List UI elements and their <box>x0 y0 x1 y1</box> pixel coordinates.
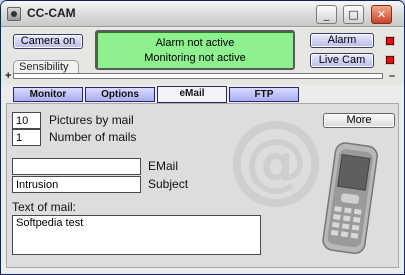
window-title: CC-CAM <box>27 6 76 20</box>
live-cam-button[interactable]: Live Cam <box>310 53 374 68</box>
more-button[interactable]: More <box>323 113 395 128</box>
app-window: CC-CAM _ □ ✕ Camera on Alarm not active … <box>0 0 405 275</box>
sensibility-label: Sensibility <box>13 60 79 74</box>
mail-text-area[interactable]: Softpedia test <box>12 215 261 255</box>
sensibility-increase-icon[interactable]: + <box>5 70 11 82</box>
sensibility-decrease-icon[interactable]: – <box>389 70 395 82</box>
number-of-mails-input[interactable]: 1 <box>12 129 41 146</box>
close-button[interactable]: ✕ <box>371 5 392 24</box>
camera-icon <box>7 7 21 21</box>
tab-email[interactable]: eMail <box>157 86 227 103</box>
number-of-mails-label: Number of mails <box>49 130 137 144</box>
title-bar[interactable]: CC-CAM _ □ ✕ <box>1 1 404 27</box>
tab-options[interactable]: Options <box>85 87 155 102</box>
minimize-button[interactable]: _ <box>316 5 337 24</box>
at-sign-icon: @ <box>233 121 319 207</box>
status-display: Alarm not active Monitoring not active <box>95 30 295 70</box>
pictures-by-mail-label: Pictures by mail <box>49 113 134 127</box>
maximize-button[interactable]: □ <box>343 5 364 24</box>
sensibility-slider[interactable] <box>13 73 383 79</box>
alarm-status-text: Alarm not active <box>155 37 235 49</box>
email-address-input[interactable] <box>12 158 141 175</box>
livecam-led-icon <box>386 56 394 64</box>
camera-on-button[interactable]: Camera on <box>13 34 83 49</box>
tab-ftp[interactable]: FTP <box>229 87 299 102</box>
alarm-button[interactable]: Alarm <box>310 33 374 48</box>
alarm-led-icon <box>386 37 394 45</box>
email-label: EMail <box>148 159 179 173</box>
monitoring-status-text: Monitoring not active <box>144 52 246 64</box>
subject-input[interactable]: Intrusion <box>12 176 141 193</box>
tab-monitor[interactable]: Monitor <box>13 87 83 102</box>
subject-label: Subject <box>148 177 189 191</box>
window-bottom-edge <box>1 269 404 274</box>
pictures-by-mail-input[interactable]: 10 <box>12 112 41 129</box>
tab-bar: Monitor Options eMail FTP <box>1 86 404 104</box>
mobile-phone-icon <box>322 142 378 255</box>
text-of-mail-label: Text of mail: <box>12 200 77 214</box>
